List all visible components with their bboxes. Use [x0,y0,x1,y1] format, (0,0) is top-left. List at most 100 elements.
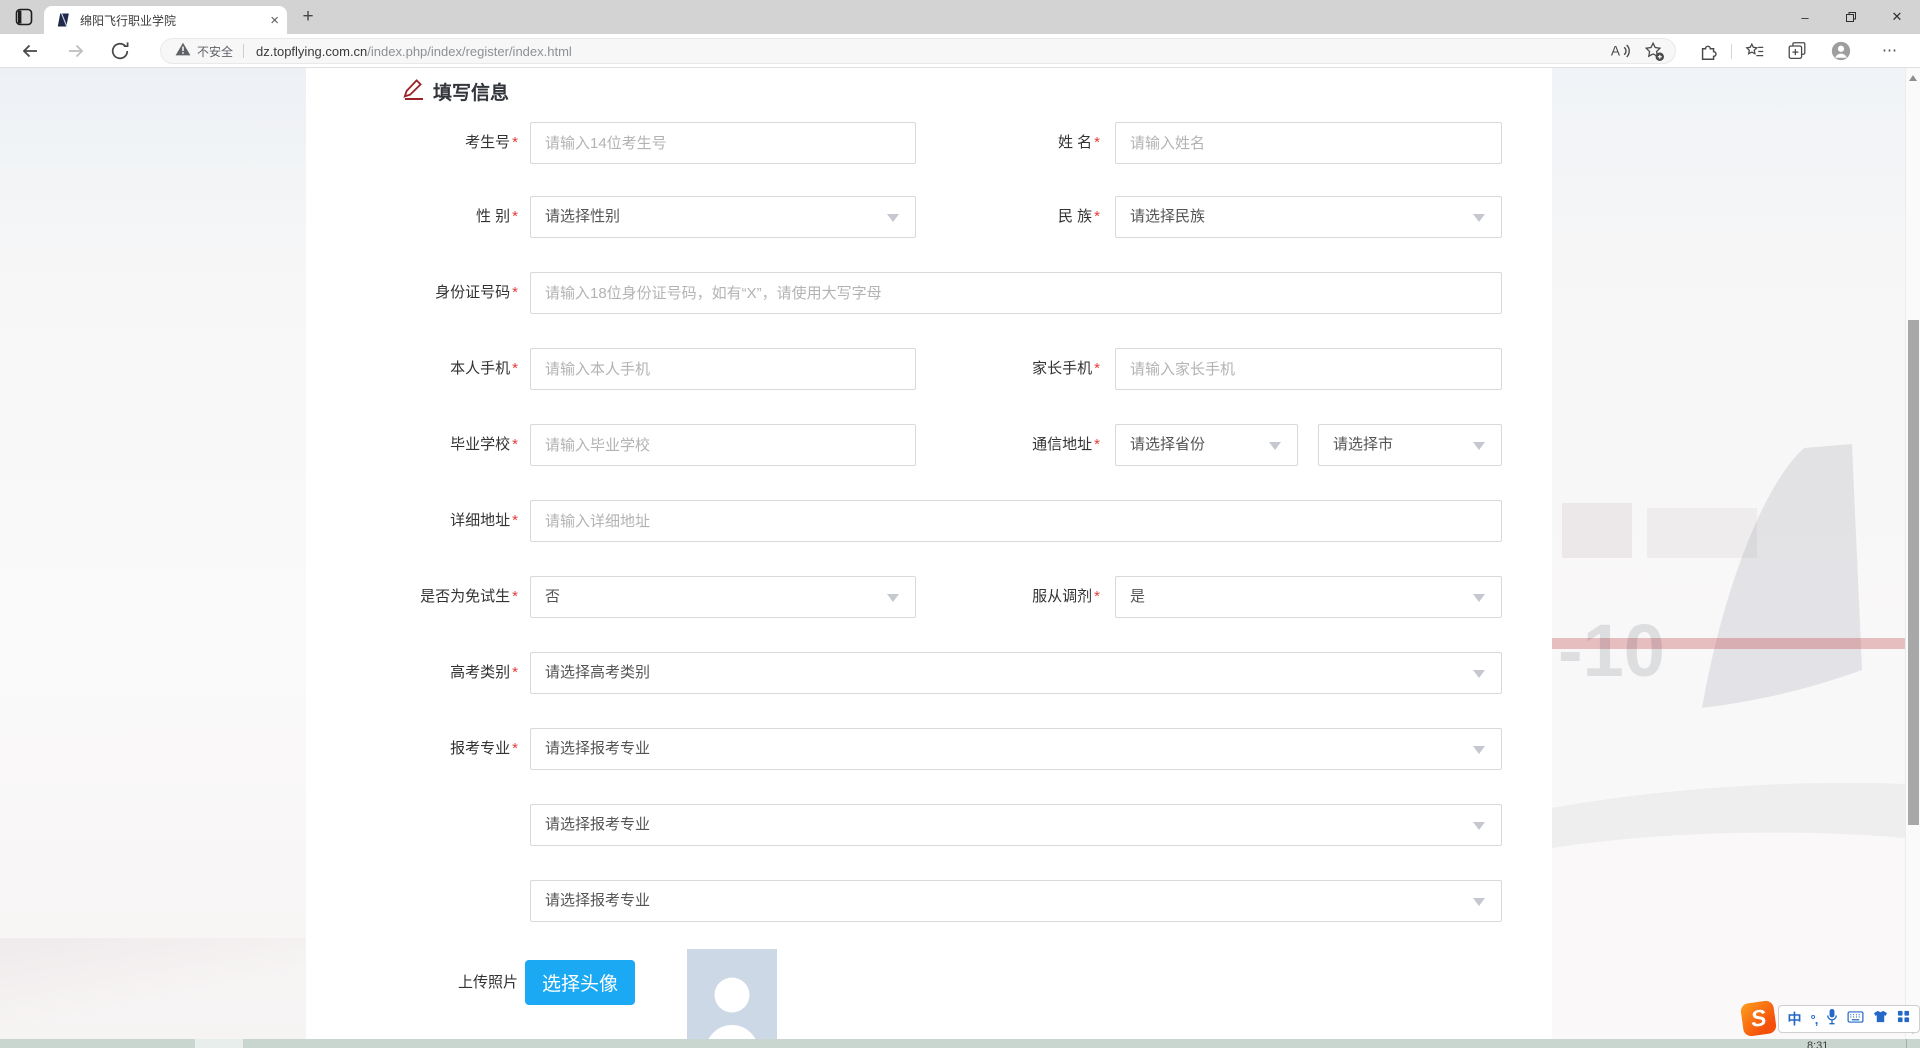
school-field[interactable] [530,424,916,466]
parent-phone-input[interactable] [1116,349,1501,389]
url-host: dz.topflying.com.cn [256,44,367,59]
exam-no-field[interactable] [530,122,916,164]
label-gender: 性 别* [250,196,518,238]
chevron-down-icon [1473,822,1485,830]
not-secure-warning-icon [175,42,191,61]
city-select[interactable]: 请选择市 [1318,424,1502,466]
minimize-button[interactable]: – [1782,0,1828,34]
ime-skin-icon[interactable] [1873,1010,1888,1028]
chevron-down-icon [1473,746,1485,754]
extensions-puzzle-icon[interactable] [1698,40,1720,62]
id-card-field[interactable] [530,272,1502,314]
chevron-down-icon [1473,214,1485,222]
svg-text:-10: -10 [1558,609,1665,692]
label-adjust: 服从调剂* [860,576,1100,618]
back-icon[interactable] [18,39,42,63]
tab-close-icon[interactable]: × [270,13,279,28]
edit-pencil-icon [402,77,426,101]
required-mark: * [512,664,518,681]
ime-mic-icon[interactable] [1826,1008,1838,1030]
refresh-icon[interactable] [108,39,132,63]
chevron-down-icon [1473,898,1485,906]
label-parent-phone: 家长手机* [860,348,1100,390]
label-major: 报考专业* [250,728,518,770]
detail-address-field[interactable] [530,500,1502,542]
settings-menu-icon[interactable]: ⋯ [1878,39,1902,63]
required-mark: * [512,360,518,377]
required-mark: * [512,740,518,757]
ime-punctuation-toggle[interactable]: °, [1811,1012,1818,1027]
page-scrollbar[interactable] [1905,68,1920,1048]
label-id-card: 身份证号码* [250,272,518,314]
required-mark: * [1094,436,1100,453]
required-mark: * [1094,208,1100,225]
svg-text:A: A [1611,44,1621,59]
background-right: -10 [1552,68,1905,1048]
ime-toolbar: S 中 °, [1742,1002,1920,1035]
exempt-select[interactable]: 否 [530,576,916,618]
ime-chinese-toggle[interactable]: 中 [1788,1009,1802,1029]
chevron-down-icon [1473,594,1485,602]
aircraft-tail-art: -10 [1552,408,1905,988]
taskbar-divider [1906,1039,1907,1048]
add-favorite-icon[interactable] [1643,40,1665,62]
avatar-placeholder [687,949,777,1048]
label-address: 通信地址* [860,424,1100,466]
major-select-1[interactable]: 请选择报考专业 [530,728,1502,770]
exam-no-input[interactable] [531,123,915,163]
browser-toolbar: 不安全 dz.topflying.com.cn/index.php/index/… [0,34,1920,68]
detail-address-input[interactable] [531,501,1501,541]
adjust-select[interactable]: 是 [1115,576,1502,618]
major-select-2[interactable]: 请选择报考专业 [530,804,1502,846]
required-mark: * [512,588,518,605]
label-school: 毕业学校* [250,424,518,466]
restore-button[interactable] [1828,0,1874,34]
chevron-down-icon [1473,442,1485,450]
site-favicon-icon [56,12,72,28]
gender-select[interactable]: 请选择性别 [530,196,916,238]
collections-icon[interactable] [1786,40,1808,62]
taskbar-clock: 8:31 [1807,1040,1828,1048]
favorites-icon[interactable] [1744,40,1766,62]
province-select[interactable]: 请选择省份 [1115,424,1298,466]
chevron-down-icon [1473,670,1485,678]
exam-category-select[interactable]: 请选择高考类别 [530,652,1502,694]
not-secure-label: 不安全 [197,43,233,60]
school-input[interactable] [531,425,915,465]
tab-actions-icon[interactable] [14,7,34,27]
required-mark: * [1094,588,1100,605]
address-bar[interactable]: 不安全 dz.topflying.com.cn/index.php/index/… [160,38,1676,64]
profile-avatar-icon[interactable] [1830,40,1852,62]
scroll-up-icon[interactable] [1909,75,1917,81]
ethnic-select[interactable]: 请选择民族 [1115,196,1502,238]
name-input[interactable] [1116,123,1501,163]
ime-toolbox-icon[interactable] [1897,1010,1910,1028]
window-controls: – ✕ [1782,0,1920,34]
new-tab-button[interactable]: + [296,5,320,29]
forward-icon[interactable] [64,39,88,63]
required-mark: * [512,436,518,453]
required-mark: * [512,512,518,529]
ime-keyboard-icon[interactable] [1847,1010,1864,1028]
required-mark: * [512,134,518,151]
parent-phone-field[interactable] [1115,348,1502,390]
name-field[interactable] [1115,122,1502,164]
phone-field[interactable] [530,348,916,390]
read-aloud-icon[interactable]: A [1609,40,1631,62]
label-detail-address: 详细地址* [250,500,518,542]
page-title: 填写信息 [433,78,509,105]
scrollbar-thumb[interactable] [1908,320,1919,825]
label-phone: 本人手机* [250,348,518,390]
id-card-input[interactable] [531,273,1501,313]
browser-tab-strip: 绵阳飞行职业学院 × + – ✕ [0,0,1920,34]
close-window-button[interactable]: ✕ [1874,0,1920,34]
choose-avatar-button[interactable]: 选择头像 [525,960,635,1005]
browser-tab[interactable]: 绵阳飞行职业学院 × [44,6,287,34]
major-select-3[interactable]: 请选择报考专业 [530,880,1502,922]
tab-title: 绵阳飞行职业学院 [80,12,264,29]
required-mark: * [512,284,518,301]
sogou-logo-icon[interactable]: S [1740,1000,1777,1037]
phone-input[interactable] [531,349,915,389]
label-exam-category: 高考类别* [250,652,518,694]
label-exam-no: 考生号* [250,122,518,164]
